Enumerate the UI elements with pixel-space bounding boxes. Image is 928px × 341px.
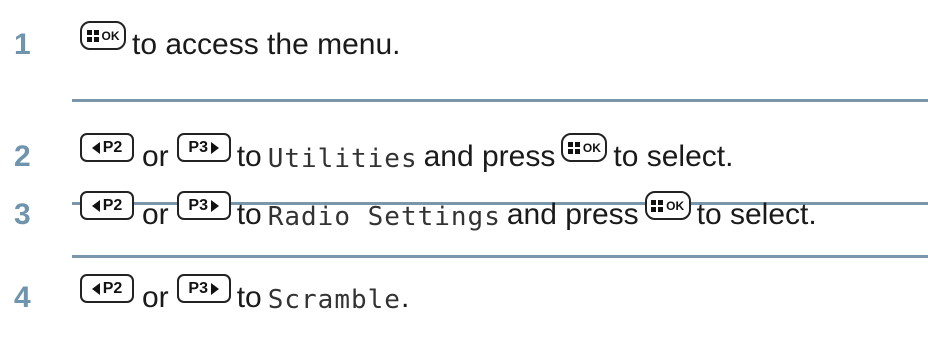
left-arrow-icon [91,141,100,154]
step-1: 1 OK to access the menu. [0,21,928,88]
step-number: 2 [14,140,31,173]
menu-item-name: Utilities [267,144,418,174]
p2-key-label: P2 [102,279,123,297]
press-text: and press [423,140,556,173]
menu-ok-key-icon: OK [644,191,691,220]
left-arrow-icon [91,282,100,295]
or-text: or [142,140,169,173]
p2-key-label: P2 [102,138,123,156]
divider [72,99,928,102]
to-text: to [236,140,262,173]
menu-grid-icon [86,29,99,42]
press-text: and press [506,198,639,231]
ok-key-label: OK [582,140,601,155]
step-number: 1 [14,28,31,61]
menu-grid-icon [567,141,580,154]
right-arrow-icon [210,141,219,154]
right-arrow-icon [210,282,219,295]
step-instruction: P2 or P3 to Utilities and press OK to se… [80,132,739,172]
step-3: 3 P2 or P3 to Radio Settings and press O… [0,191,928,258]
p2-key-label: P2 [102,196,123,214]
step-number: 4 [14,281,31,314]
right-arrow-icon [210,199,219,212]
p2-left-key-icon: P2 [80,133,134,162]
p3-right-key-icon: P3 [176,191,231,220]
end-text: . [400,281,410,314]
menu-ok-key-icon: OK [561,133,608,162]
p3-key-label: P3 [188,196,208,214]
p3-key-label: P3 [188,279,208,297]
ok-key-label: OK [101,28,120,43]
ok-key-label: OK [666,198,685,213]
p3-right-key-icon: P3 [176,274,231,303]
or-text: or [142,198,169,231]
menu-grid-icon [651,199,664,212]
step-instruction: P2 or P3 to Radio Settings and press OK … [80,190,823,230]
end-text: to select. [696,198,817,231]
p3-right-key-icon: P3 [176,133,231,162]
menu-ok-key-icon: OK [80,21,126,50]
end-text: to select. [613,140,734,173]
menu-item-name: Radio Settings [267,202,501,232]
p2-left-key-icon: P2 [80,274,134,303]
divider [72,255,928,258]
or-text: or [142,281,169,314]
to-text: to [236,198,262,231]
menu-item-name: Scramble [267,285,401,315]
step-4: 4 P2 or P3 to Scramble . [0,274,928,341]
step-text: to access the menu. [132,28,401,61]
p3-key-label: P3 [188,138,208,156]
step-instruction: P2 or P3 to Scramble . [80,273,409,313]
step-number: 3 [14,198,31,231]
to-text: to [236,281,262,314]
left-arrow-icon [91,199,100,212]
step-instruction: OK to access the menu. [80,20,406,60]
p2-left-key-icon: P2 [80,191,134,220]
